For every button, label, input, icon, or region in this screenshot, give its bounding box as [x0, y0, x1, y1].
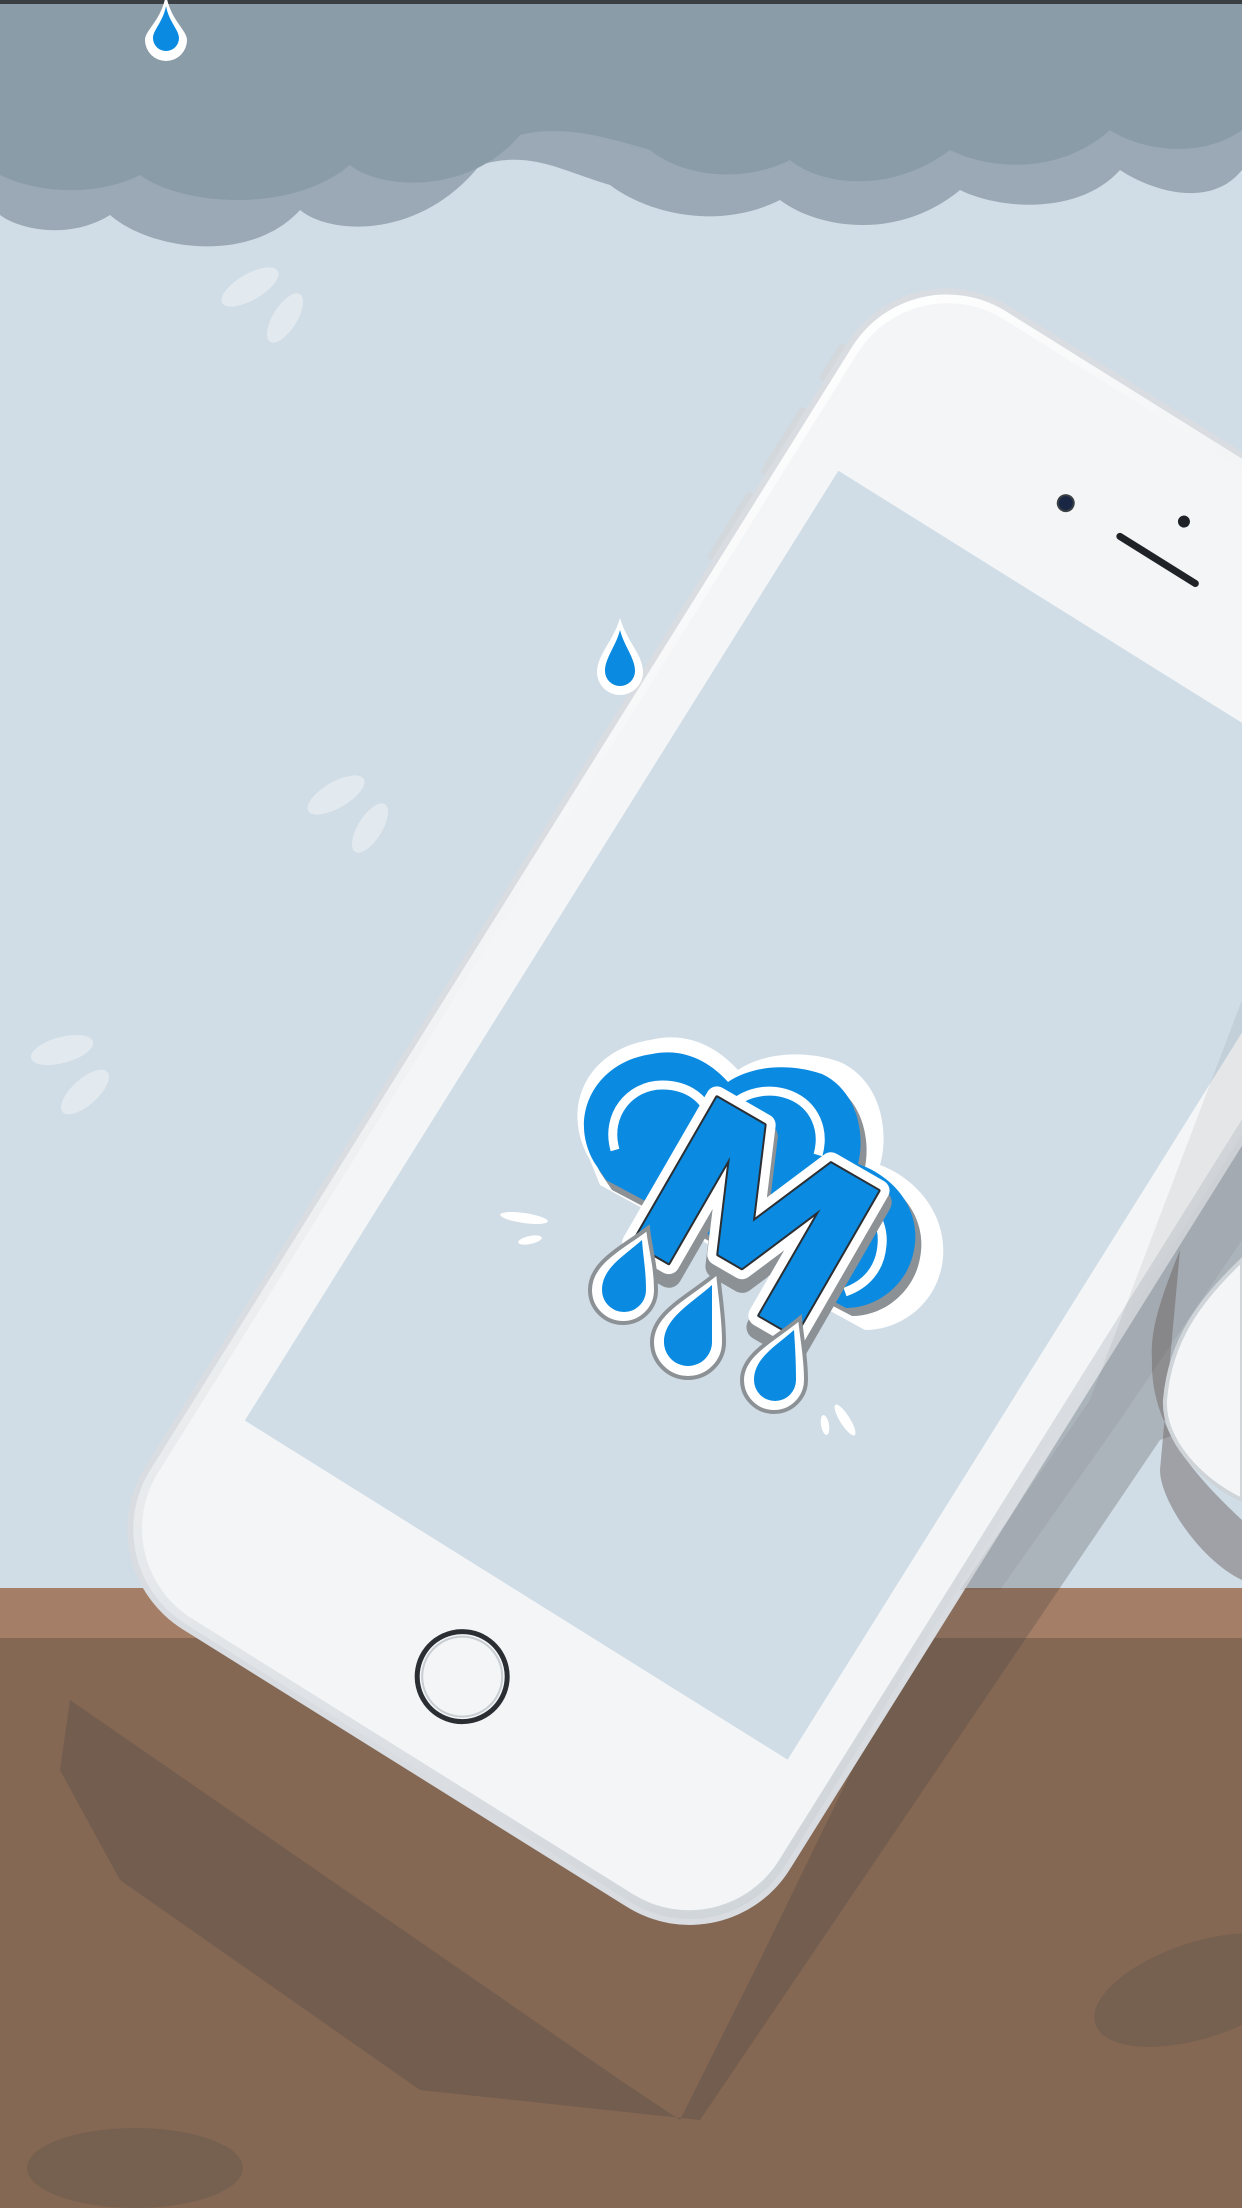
ground-spot: [27, 2128, 243, 2208]
promo-scene: M M M: [0, 0, 1242, 2208]
